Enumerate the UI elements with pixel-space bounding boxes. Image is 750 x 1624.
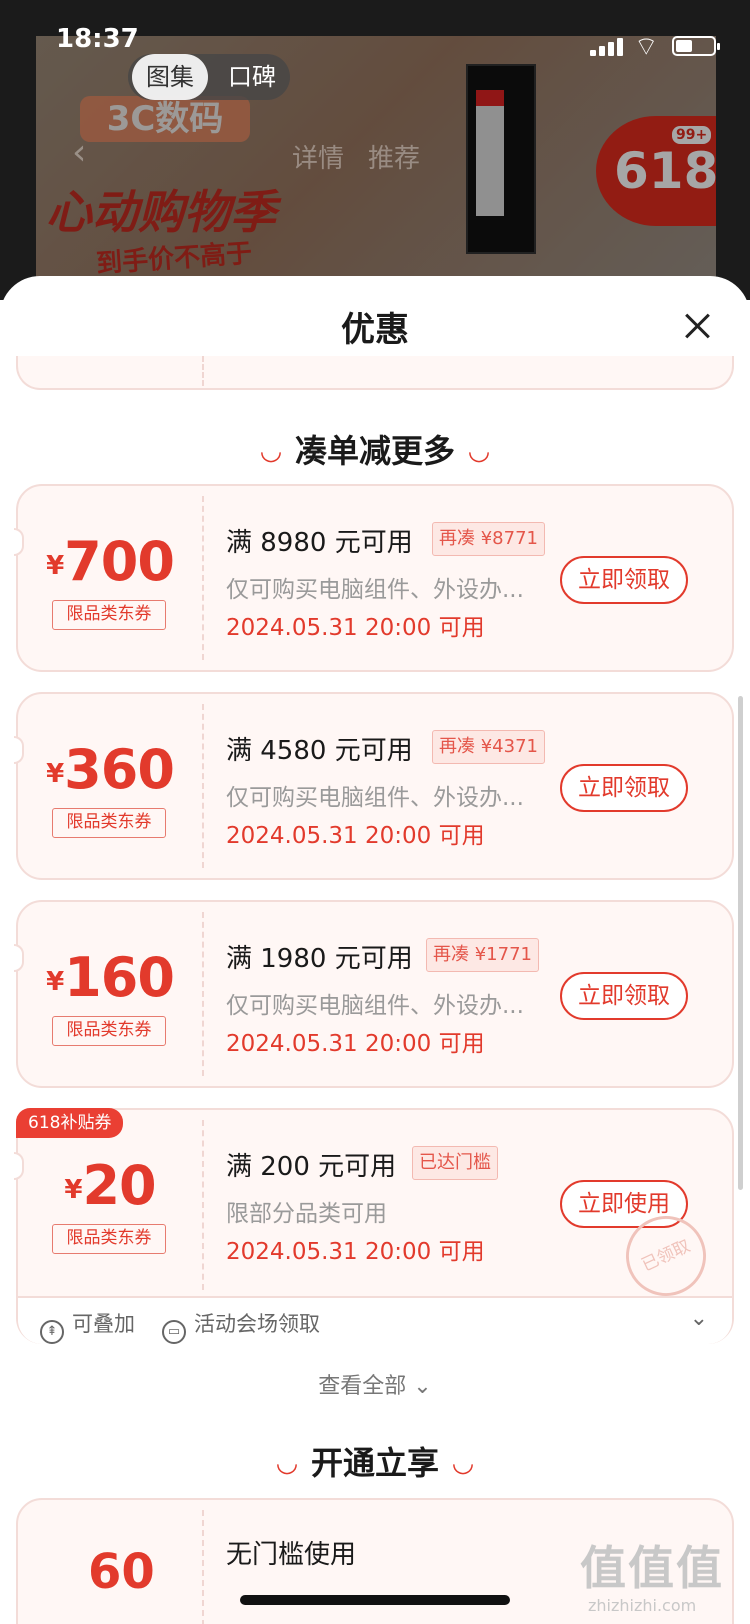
status-time: 18:37 xyxy=(56,24,139,54)
smile-decor-icon: ◡ xyxy=(453,1448,473,1478)
section-title-more: ◡ 凑单减更多 ◡ xyxy=(260,432,489,470)
coupon-amount: ¥700 xyxy=(46,530,175,593)
product-nav: ‹ 详情 推荐 xyxy=(0,132,750,178)
coupon-scope-label: 限品类东券 xyxy=(52,808,166,838)
coupon-card: ¥360 限品类东券 满 4580 元可用 再凑 ¥4371 仅可购买电脑组件、… xyxy=(14,692,734,880)
coupon-scope-label: 限品类东券 xyxy=(52,1224,166,1254)
coupon-threshold-tag: 已达门槛 xyxy=(412,1146,498,1180)
discount-sheet: 优惠 ◡ 凑单减更多 ◡ ¥700 限品类东券 满 8980 元可用 再凑 ¥877… xyxy=(0,276,750,1624)
view-all-link[interactable]: 查看全部 ⌄ xyxy=(0,1368,750,1400)
source-info: ▭ 活动会场领取 xyxy=(162,1308,320,1344)
coupon-card: ¥160 限品类东券 满 1980 元可用 再凑 ¥1771 仅可购买电脑组件、… xyxy=(14,900,734,1088)
site-watermark: 值值值 zhizhizhi.com xyxy=(570,1532,740,1622)
claim-coupon-button[interactable]: 立即领取 xyxy=(560,972,688,1020)
coupon-valid-date: 2024.05.31 20:00 可用 xyxy=(226,823,485,849)
coupon-amount: ¥160 xyxy=(46,946,175,1009)
chevron-down-icon[interactable]: ⌄ xyxy=(690,1306,708,1331)
coupon-amount: ¥360 xyxy=(46,738,175,801)
back-icon[interactable]: ‹ xyxy=(72,132,86,173)
watermark-logo: 值值值 xyxy=(580,1541,724,1595)
coupon-card: ¥700 限品类东券 满 8980 元可用 再凑 ¥8771 仅可购买电脑组件、… xyxy=(14,484,734,672)
home-indicator[interactable] xyxy=(240,1595,510,1605)
coupon-amount: 60 xyxy=(88,1544,155,1600)
coupon-condition: 满 8980 元可用 xyxy=(226,528,413,558)
previous-coupon-card xyxy=(16,356,734,390)
watermark-url: zhizhizhi.com xyxy=(588,1596,697,1615)
claim-coupon-button[interactable]: 立即领取 xyxy=(560,764,688,812)
tab-reviews[interactable]: 口碑 xyxy=(214,54,290,100)
coupon-condition: 满 4580 元可用 xyxy=(226,736,413,766)
coupon-gap-tag: 再凑 ¥1771 xyxy=(426,938,539,972)
ticket-icon: ▭ xyxy=(162,1320,186,1344)
stackable-info: ⇞ 可叠加 xyxy=(40,1308,135,1344)
coupon-valid-date: 2024.05.31 20:00 可用 xyxy=(226,615,485,641)
coupon-condition: 满 200 元可用 xyxy=(226,1152,397,1182)
nav-item-details[interactable]: 详情 xyxy=(292,138,344,175)
coupon-gap-tag: 再凑 ¥4371 xyxy=(432,730,545,764)
coupon-condition: 满 1980 元可用 xyxy=(226,944,413,974)
wifi-icon: ⌔ xyxy=(634,32,659,62)
coupon-scope-label: 限品类东券 xyxy=(52,600,166,630)
tab-gallery[interactable]: 图集 xyxy=(132,54,208,100)
section-title-open: ◡ 开通立享 ◡ xyxy=(276,1444,473,1482)
coupon-condition: 无门槛使用 xyxy=(226,1540,357,1570)
cellular-signal-icon xyxy=(590,36,626,56)
coupon-card-claimed: ¥20 限品类东券 满 200 元可用 已达门槛 限部分品类可用 2024.05… xyxy=(14,1108,734,1344)
chevron-down-icon: ⌄ xyxy=(413,1374,432,1399)
battery-icon xyxy=(672,36,720,56)
stack-icon: ⇞ xyxy=(40,1320,64,1344)
sheet-title: 优惠 xyxy=(341,310,409,350)
coupon-footer: ⇞ 可叠加 ▭ 活动会场领取 ⌄ xyxy=(18,1298,732,1344)
claim-coupon-button[interactable]: 立即领取 xyxy=(560,556,688,604)
coupon-gap-tag: 再凑 ¥8771 xyxy=(432,522,545,556)
scrollbar[interactable] xyxy=(738,696,743,1190)
coupon-valid-date: 2024.05.31 20:00 可用 xyxy=(226,1239,485,1265)
close-icon[interactable] xyxy=(680,310,716,346)
coupon-description: 仅可购买电脑组件、外设办... xyxy=(226,577,524,603)
coupon-scope-label: 限品类东券 xyxy=(52,1016,166,1046)
coupon-amount: ¥20 xyxy=(64,1154,156,1217)
coupon-valid-date: 2024.05.31 20:00 可用 xyxy=(226,1031,485,1057)
coupon-description: 仅可购买电脑组件、外设办... xyxy=(226,785,524,811)
subsidy-badge: 618补贴券 xyxy=(16,1108,124,1138)
nav-item-recommend[interactable]: 推荐 xyxy=(368,138,420,175)
smile-decor-icon: ◡ xyxy=(469,436,489,466)
smile-decor-icon: ◡ xyxy=(276,1448,297,1478)
status-bar: 18:37 ⌔ xyxy=(0,0,750,62)
smile-decor-icon: ◡ xyxy=(260,436,281,466)
coupon-description: 限部分品类可用 xyxy=(226,1201,387,1227)
coupon-description: 仅可购买电脑组件、外设办... xyxy=(226,993,524,1019)
